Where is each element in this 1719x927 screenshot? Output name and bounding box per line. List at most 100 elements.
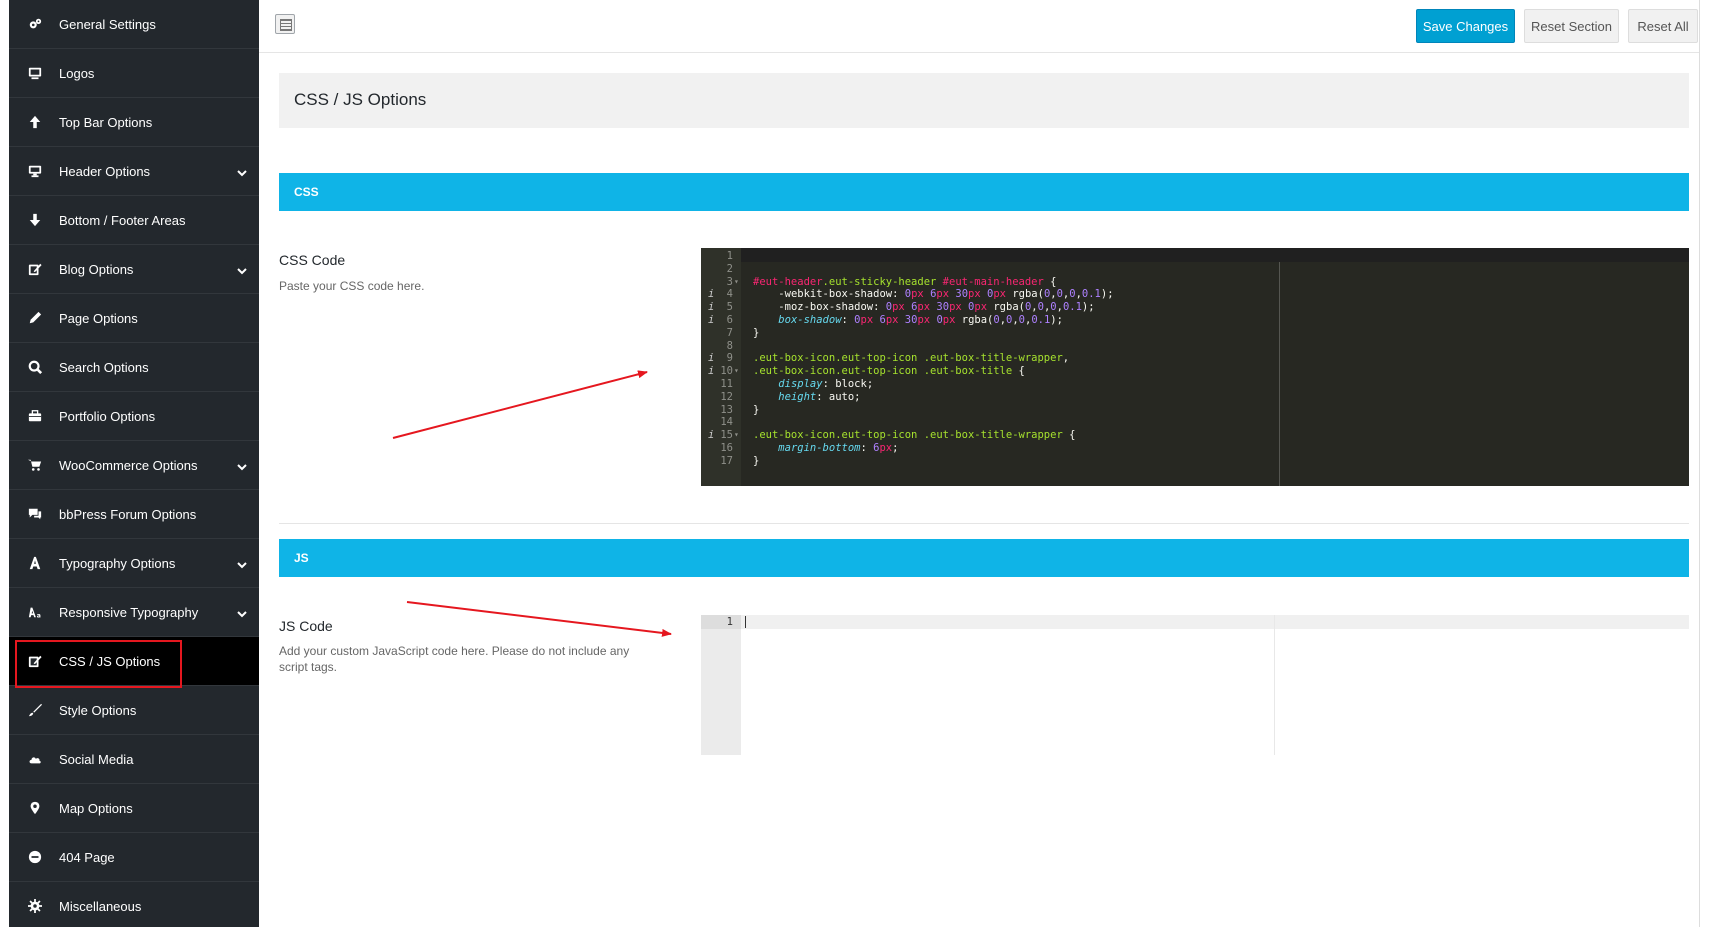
font-icon — [27, 555, 43, 571]
gears-icon — [27, 16, 43, 32]
editor-print-margin — [1274, 615, 1275, 755]
minus-circle-icon — [27, 849, 43, 865]
cart-icon — [27, 457, 43, 473]
css-code-description: Paste your CSS code here. — [279, 279, 425, 293]
sidebar-item-label: Logos — [59, 65, 95, 81]
fold-toggle-icon[interactable]: ▾ — [734, 275, 739, 289]
code-text: } — [753, 403, 760, 416]
css-code-editor[interactable]: 1 2 3 ▾ #eut-header.eut-sticky-header #eut-m… — [701, 248, 1689, 486]
sidebar-item-blog-options[interactable]: Blog Options — [9, 245, 259, 294]
reset-all-button[interactable]: Reset All — [1628, 9, 1698, 43]
search-icon — [27, 359, 43, 375]
sidebar-item-label: 404 Page — [59, 849, 115, 865]
sidebar-nav: General Settings Logos Top Bar Options Head… — [9, 0, 259, 927]
text-size-icon: a — [27, 604, 43, 620]
comments-icon — [27, 506, 43, 522]
sidebar-item-map-options[interactable]: Map Options — [9, 784, 259, 833]
code-text: } — [753, 454, 760, 467]
sidebar-item-label: Style Options — [59, 702, 137, 718]
desktop-icon — [27, 163, 43, 179]
fold-toggle-icon[interactable]: ▾ — [734, 428, 739, 442]
sidebar-item-label: Map Options — [59, 800, 133, 816]
sidebar-item-label: CSS / JS Options — [59, 653, 161, 669]
editor-active-line — [701, 615, 1689, 629]
js-code-description: Add your custom JavaScript code here. Pl… — [279, 644, 630, 674]
sidebar-item-label: Top Bar Options — [59, 114, 153, 130]
sidebar-item-header-options[interactable]: Header Options — [9, 147, 259, 196]
line-number: 1 — [726, 616, 733, 628]
sidebar-item-label: Bottom / Footer Areas — [59, 212, 186, 228]
fold-toggle-icon[interactable]: ▾ — [734, 364, 739, 378]
sidebar-item-bbpress-forum-options[interactable]: bbPress Forum Options — [9, 490, 259, 539]
sidebar-item-label: Blog Options — [59, 261, 134, 277]
js-code-editor[interactable]: 1 — [701, 615, 1689, 755]
sidebar-item-top-bar-options[interactable]: Top Bar Options — [9, 98, 259, 147]
sidebar-item-style-options[interactable]: Style Options — [9, 686, 259, 735]
sidebar-item-typography-options[interactable]: Typography Options — [9, 539, 259, 588]
edit-icon — [27, 261, 43, 277]
sidebar-item-label: Typography Options — [59, 555, 176, 571]
sidebar-item-social-media[interactable]: Social Media — [9, 735, 259, 784]
map-marker-icon — [27, 800, 43, 816]
sidebar-item-general-settings[interactable]: General Settings — [9, 0, 259, 49]
editor-print-margin — [1279, 262, 1280, 486]
scrollbar-track[interactable] — [1700, 0, 1719, 927]
chevron-down-icon[interactable] — [237, 558, 247, 569]
code-text: height: auto; — [778, 390, 861, 403]
editor-gutter — [701, 615, 741, 755]
briefcase-icon — [27, 408, 43, 424]
sidebar-item-miscellaneous[interactable]: Miscellaneous — [9, 882, 259, 927]
css-code-label: CSS Code — [279, 252, 346, 268]
sidebar-item-logos[interactable]: Logos — [9, 49, 259, 98]
edit-icon — [27, 653, 43, 669]
pencil-icon — [27, 310, 43, 326]
page-header: CSS / JS Options — [279, 73, 1689, 128]
code-text: margin-bottom: 6px; — [778, 442, 899, 454]
monitor-icon — [27, 65, 43, 81]
section-bar-css: CSS — [279, 173, 1689, 211]
sidebar-item-label: Responsive Typography — [59, 604, 199, 620]
sidebar-item-label: Portfolio Options — [59, 408, 156, 424]
sidebar-item-404-page[interactable]: 404 Page — [9, 833, 259, 882]
code-text: box-shadow: 0px 6px 30px 0px rgba(0,0,0,… — [778, 314, 1063, 326]
line-number: 17 — [720, 454, 733, 467]
section-heading-js: JS — [294, 551, 309, 565]
chevron-down-icon[interactable] — [237, 460, 247, 471]
section-divider — [279, 523, 1689, 524]
cloud-icon — [27, 751, 43, 767]
sidebar-item-label: bbPress Forum Options — [59, 506, 197, 522]
sidebar-toggle-icon[interactable] — [275, 14, 295, 34]
chevron-down-icon[interactable] — [237, 166, 247, 177]
gear-icon — [27, 898, 43, 914]
page-title: CSS / JS Options — [294, 90, 427, 109]
top-bar: Save Changes Reset Section Reset All — [259, 0, 1699, 53]
js-code-label: JS Code — [279, 618, 333, 634]
annotation-arrow-js — [406, 601, 672, 637]
sidebar-item-css-js-options[interactable]: CSS / JS Options — [9, 637, 259, 688]
save-changes-button[interactable]: Save Changes — [1416, 9, 1515, 43]
reset-section-button[interactable]: Reset Section — [1524, 9, 1619, 43]
sidebar-item-label: WooCommerce Options — [59, 457, 198, 473]
sidebar-item-label: Header Options — [59, 163, 151, 179]
sidebar-item-label: Search Options — [59, 359, 149, 375]
sidebar-item-responsive-typography[interactable]: a Responsive Typography — [9, 588, 259, 637]
sidebar-item-bottom-footer-areas[interactable]: Bottom / Footer Areas — [9, 196, 259, 245]
chevron-down-icon[interactable] — [237, 264, 247, 275]
sidebar-item-label: Page Options — [59, 310, 138, 326]
arrow-up-icon — [27, 114, 43, 130]
section-heading-css: CSS — [294, 185, 319, 199]
annotation-arrow-css — [392, 370, 648, 439]
sidebar-item-search-options[interactable]: Search Options — [9, 343, 259, 392]
code-text: } — [753, 326, 760, 339]
brush-icon — [27, 702, 43, 718]
section-bar-js: JS — [279, 539, 1689, 577]
chevron-down-icon[interactable] — [237, 607, 247, 618]
svg-text:a: a — [37, 612, 41, 619]
arrow-down-icon — [27, 212, 43, 228]
editor-active-line — [701, 248, 1689, 262]
sidebar-item-portfolio-options[interactable]: Portfolio Options — [9, 392, 259, 441]
sidebar-item-page-options[interactable]: Page Options — [9, 294, 259, 343]
text-cursor — [745, 616, 746, 628]
sidebar-item-woocommerce-options[interactable]: WooCommerce Options — [9, 441, 259, 490]
sidebar-item-label: General Settings — [59, 16, 156, 32]
